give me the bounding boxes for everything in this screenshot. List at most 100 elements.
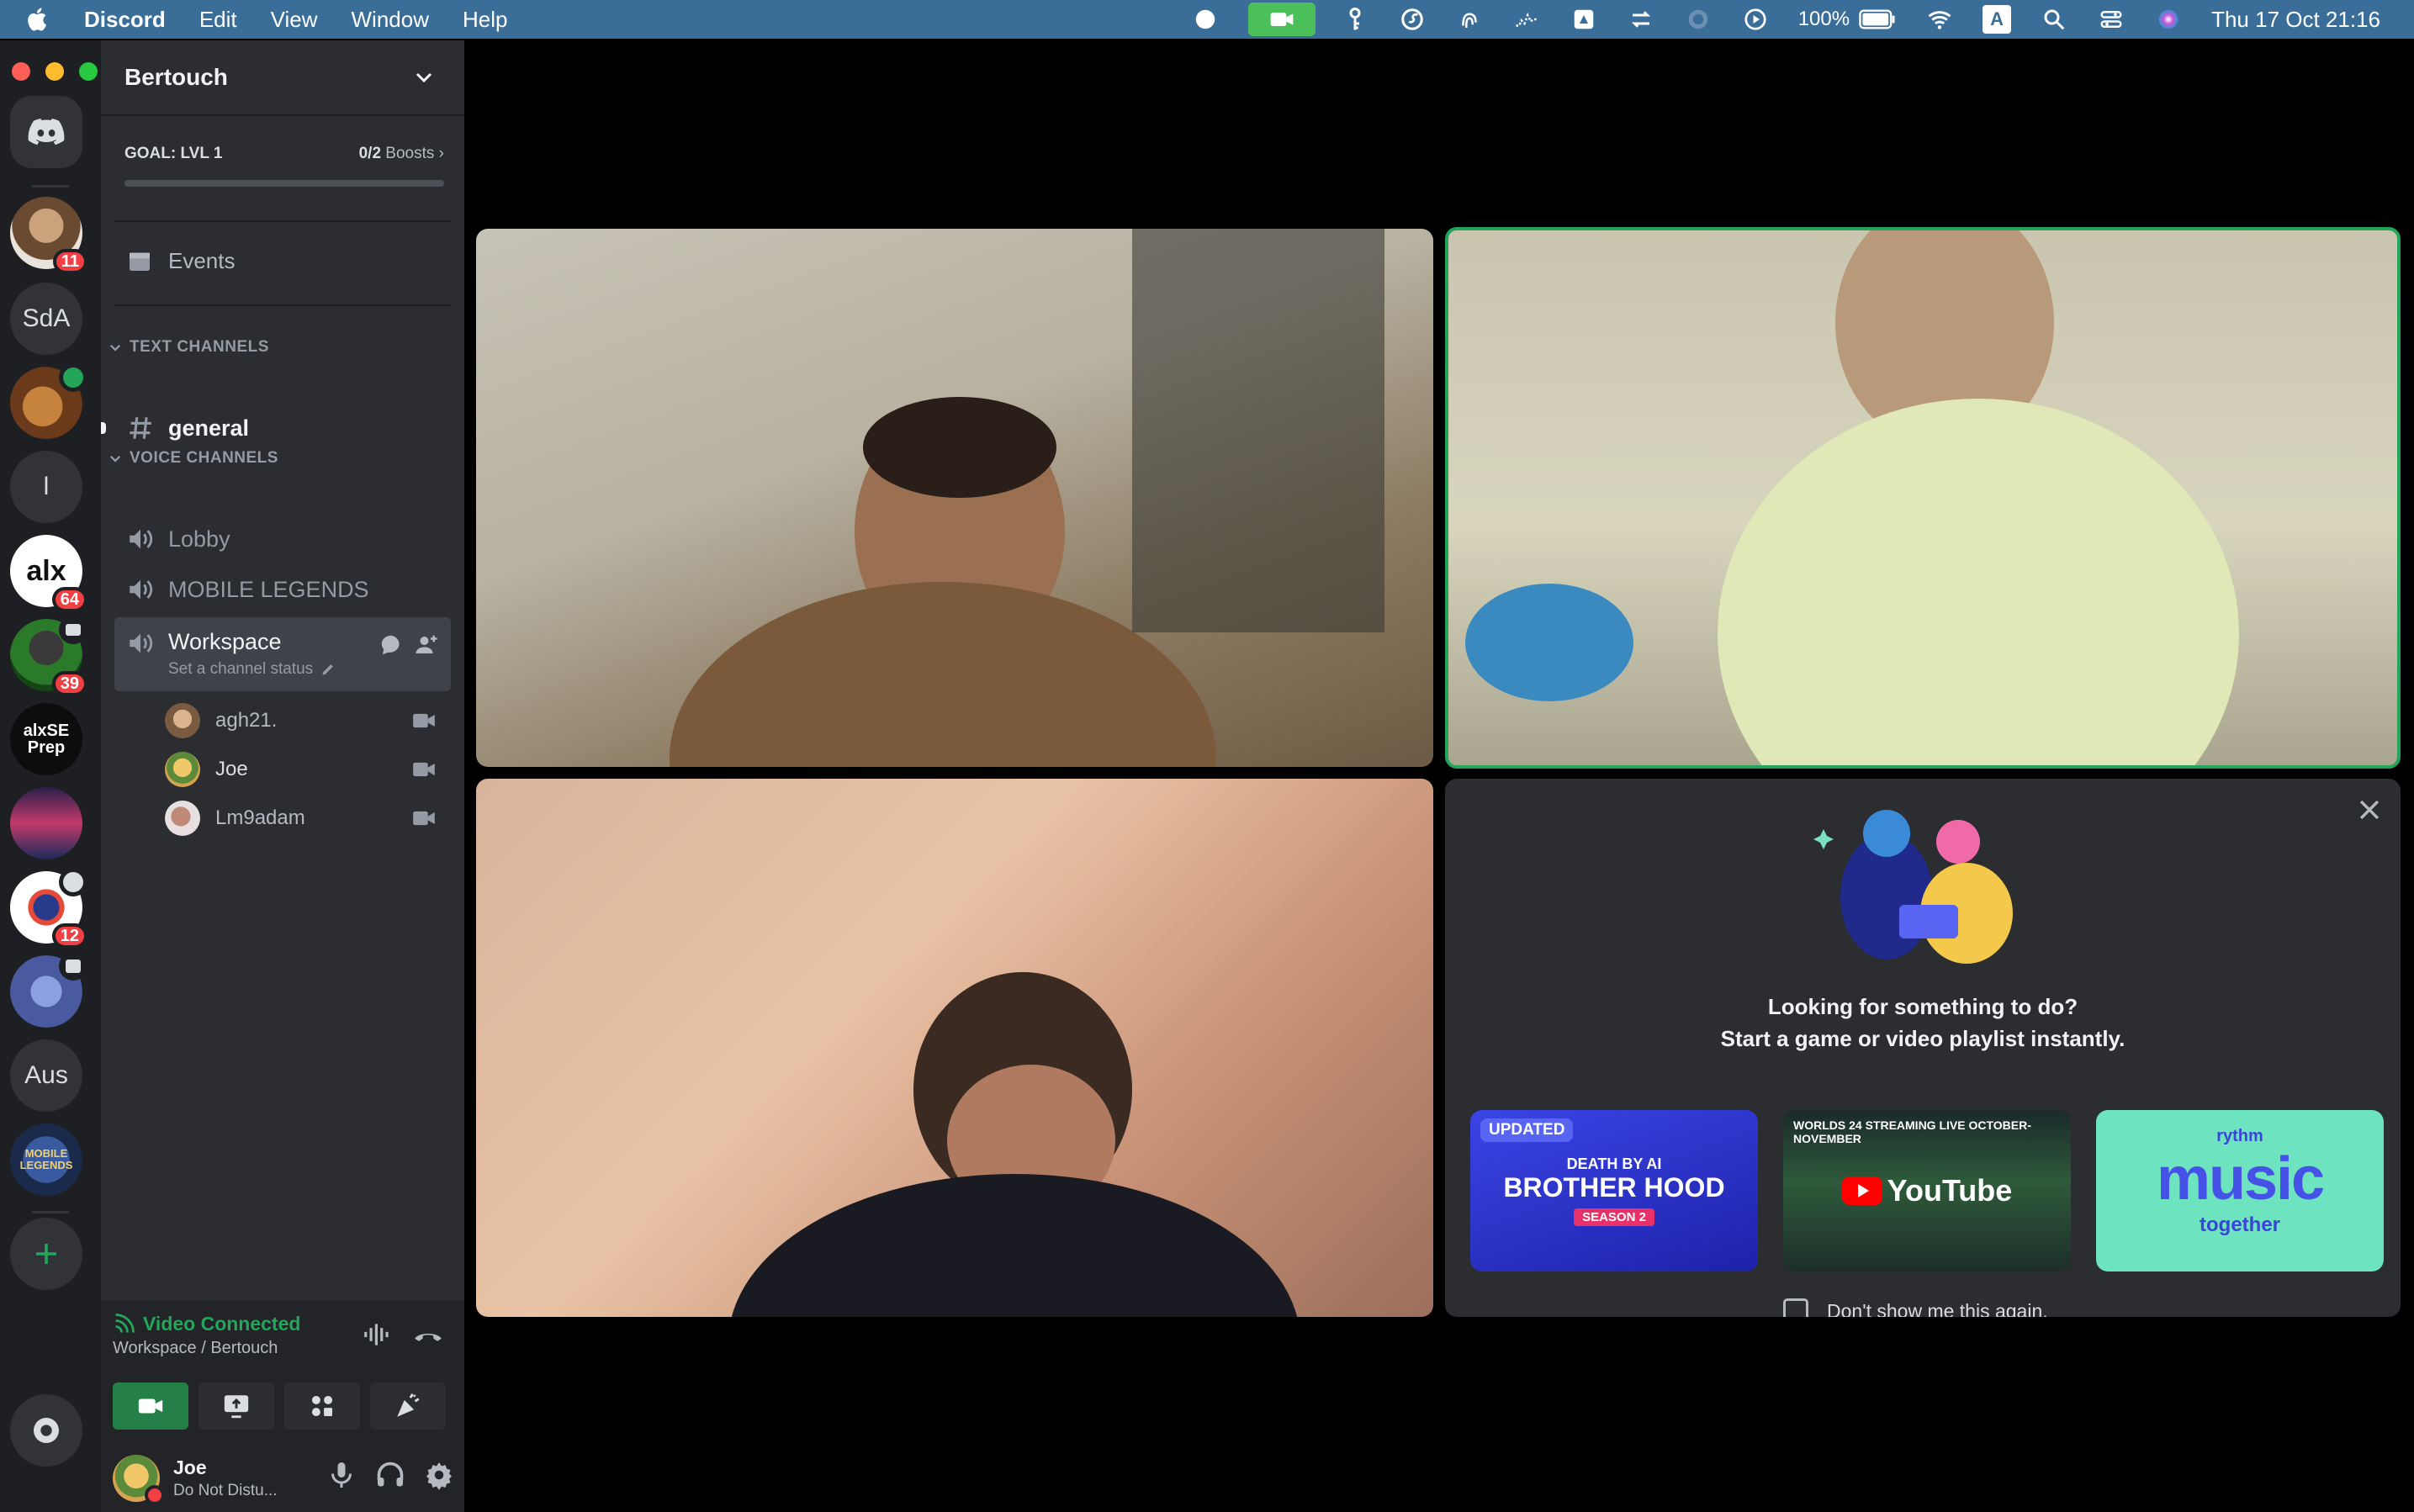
video-person-hair <box>863 397 1056 498</box>
add-server-button[interactable] <box>10 1218 82 1290</box>
hash-icon <box>130 417 151 439</box>
key-icon[interactable] <box>1341 5 1369 34</box>
microphone-icon[interactable] <box>326 1460 357 1490</box>
spotlight-search-icon[interactable] <box>2040 5 2068 34</box>
voice-location[interactable]: Workspace / Bertouch <box>113 1339 278 1358</box>
chat-bubble-icon[interactable] <box>379 632 404 658</box>
channel-lobby[interactable]: Lobby <box>114 516 451 562</box>
server-icon-9[interactable]: 12 <box>10 868 87 949</box>
server-icon-6[interactable]: 39 <box>10 616 87 696</box>
disconnect-icon[interactable] <box>412 1319 444 1351</box>
speaker-icon <box>130 529 153 549</box>
plus-icon <box>36 1244 56 1264</box>
activity-card-youtube[interactable]: WORLDS 24 STREAMING LIVE OCTOBER-NOVEMBE… <box>1783 1110 2071 1271</box>
video-tile-joe[interactable] <box>1445 227 2401 769</box>
vpn-icon[interactable] <box>1684 5 1713 34</box>
menu-clock[interactable]: Thu 17 Oct 21:16 <box>2211 7 2380 33</box>
sync-icon[interactable] <box>1627 5 1655 34</box>
game-title: BROTHER HOOD <box>1503 1172 1725 1203</box>
server-icon-mobile-legends[interactable]: MOBILE LEGENDS <box>10 1123 82 1196</box>
siri-icon[interactable] <box>2154 5 2183 34</box>
headphones-icon[interactable] <box>375 1460 405 1490</box>
status-area: 100% A Thu 17 Oct 21:16 <box>1191 0 2414 39</box>
server-header[interactable]: Bertouch <box>101 40 464 114</box>
server-icon-3[interactable] <box>10 363 87 439</box>
voice-user-agh21[interactable]: agh21. <box>165 700 451 742</box>
discover-button[interactable] <box>10 1394 82 1467</box>
menu-help[interactable]: Help <box>463 7 507 33</box>
zoom-window-button[interactable] <box>79 62 98 81</box>
voice-user-lm9adam[interactable]: Lm9adam <box>165 797 451 839</box>
activity-card-rythm-music[interactable]: rythm music together <box>2096 1110 2384 1271</box>
server-icon-1[interactable]: 11 <box>10 197 87 274</box>
youtube-label: YouTube <box>1887 1173 2013 1208</box>
server-icon-sda[interactable]: SdA <box>10 283 82 355</box>
shazam-icon[interactable] <box>1398 5 1427 34</box>
channel-sidebar: Bertouch GOAL: LVL 1 0/2 Boosts › Events… <box>101 40 464 1512</box>
activities-button[interactable] <box>284 1382 360 1430</box>
boost-goal[interactable]: GOAL: LVL 1 0/2 Boosts › <box>124 145 444 187</box>
fingerprint-icon[interactable] <box>1455 5 1484 34</box>
mention-badge: 12 <box>51 923 87 949</box>
checkbox-label: Don't show me this again. <box>1827 1299 2048 1318</box>
channel-general[interactable]: general <box>114 405 451 451</box>
events-item[interactable]: Events <box>126 247 236 274</box>
server-icon-alx-se-prep[interactable]: alxSE Prep <box>10 703 82 775</box>
server-icon-8[interactable] <box>10 787 82 859</box>
video-tile-lm9adam[interactable] <box>476 779 1433 1317</box>
video-tile-agh21[interactable] <box>476 229 1433 767</box>
menu-app-name[interactable]: Discord <box>84 7 166 33</box>
screen-share-button[interactable] <box>199 1382 274 1430</box>
voice-status[interactable]: Video Connected <box>113 1312 300 1335</box>
channel-mobile-legends[interactable]: MOBILE LEGENDS <box>114 567 451 612</box>
channel-workspace[interactable]: Workspace Set a channel status <box>114 617 451 691</box>
speaker-activity-icon <box>59 868 87 896</box>
drive-icon[interactable] <box>1570 5 1598 34</box>
dont-show-again-checkbox[interactable]: Don't show me this again. <box>1783 1298 2048 1317</box>
user-name[interactable]: Joe <box>173 1456 207 1479</box>
channel-label: Lobby <box>168 526 230 552</box>
together-label: together <box>2200 1213 2280 1236</box>
wifi-icon[interactable] <box>1925 5 1954 34</box>
settings-gear-icon[interactable] <box>424 1460 454 1490</box>
minimize-window-button[interactable] <box>45 62 64 81</box>
home-button[interactable] <box>10 96 82 168</box>
server-icon-10[interactable] <box>10 952 87 1028</box>
camera-in-use-icon[interactable] <box>1247 3 1316 36</box>
invite-user-icon[interactable] <box>414 632 439 658</box>
music-title: music <box>2156 1145 2325 1213</box>
channel-label: MOBILE LEGENDS <box>168 576 369 602</box>
play-circle-icon[interactable] <box>1741 5 1770 34</box>
input-source-icon[interactable]: A <box>1983 5 2012 34</box>
control-center-icon[interactable] <box>2097 5 2125 34</box>
checkbox-box[interactable] <box>1783 1298 1808 1317</box>
video-blanket <box>1465 584 1633 701</box>
section-divider <box>114 220 451 222</box>
chevron-down-icon <box>109 344 121 352</box>
close-icon[interactable] <box>2355 796 2384 824</box>
video-activity-icon <box>59 363 87 392</box>
menu-window[interactable]: Window <box>352 7 429 33</box>
text-channels-category[interactable]: TEXT CHANNELS <box>108 338 269 357</box>
activity-prompt: Looking for something to do? Start a gam… <box>1445 991 2401 1055</box>
chatgpt-icon[interactable] <box>1191 5 1220 34</box>
server-icon-alx[interactable]: alx 64 <box>10 535 87 612</box>
voice-channels-category[interactable]: VOICE CHANNELS <box>108 449 278 468</box>
close-window-button[interactable] <box>12 62 30 81</box>
server-icon-l[interactable]: l <box>10 451 82 523</box>
activity-monitor-icon[interactable] <box>1512 5 1541 34</box>
camera-toggle-button[interactable] <box>113 1382 188 1430</box>
server-icon-aus[interactable]: Aus <box>10 1039 82 1112</box>
avatar <box>165 703 200 738</box>
noise-suppression-icon[interactable] <box>362 1319 394 1351</box>
voice-user-joe[interactable]: Joe <box>165 748 451 790</box>
battery-icon[interactable] <box>1858 5 1897 34</box>
user-name: Lm9adam <box>215 806 305 829</box>
menu-edit[interactable]: Edit <box>199 7 237 33</box>
soundboard-button[interactable] <box>370 1382 446 1430</box>
activity-card-death-by-ai[interactable]: UPDATED DEATH BY AI BROTHER HOOD SEASON … <box>1470 1110 1758 1271</box>
avatar <box>165 801 200 836</box>
apple-logo-icon[interactable] <box>24 5 52 34</box>
set-channel-status[interactable]: Set a channel status <box>168 660 336 679</box>
menu-view[interactable]: View <box>271 7 318 33</box>
